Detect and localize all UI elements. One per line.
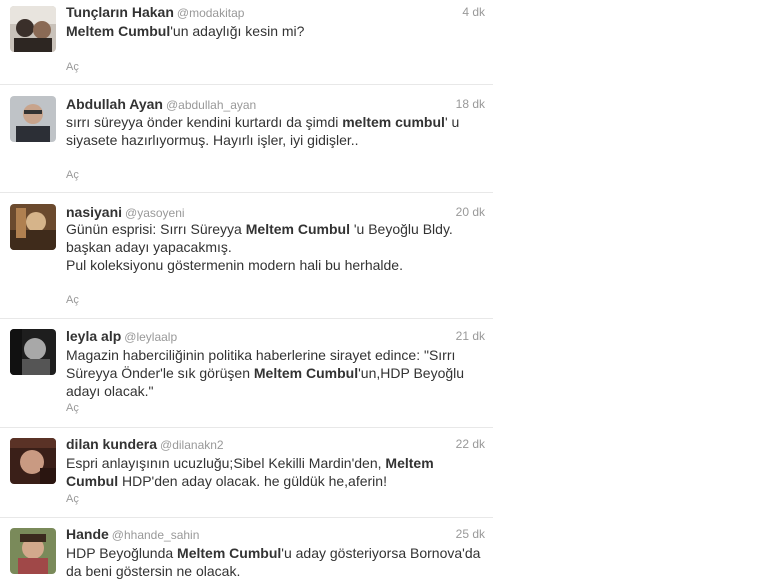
expand-link[interactable]: Aç <box>66 61 79 73</box>
tweet-text-segment: Espri anlayışının ucuzluğu;Sibel Kekilli… <box>66 455 386 471</box>
tweet-text-segment: HDP'den aday olacak. he güldük he,aferin… <box>118 473 387 489</box>
tweet-fullname[interactable]: Hande <box>66 526 109 542</box>
avatar[interactable] <box>10 329 56 375</box>
tweet-username[interactable]: @dilanakn2 <box>160 438 224 452</box>
tweet-timestamp[interactable]: 25 dk <box>456 527 485 541</box>
expand-link[interactable]: Aç <box>66 169 79 181</box>
highlighted-term: Meltem Cumbul <box>253 365 359 381</box>
tweet-username[interactable]: @yasoyeni <box>125 206 185 220</box>
tweet-username[interactable]: @abdullah_ayan <box>166 98 256 112</box>
tweet-timestamp[interactable]: 20 dk <box>456 205 485 219</box>
avatar[interactable] <box>10 528 56 574</box>
tweet-text-segment: Günün esprisi: Sırrı Süreyya <box>66 221 246 237</box>
expand-link[interactable]: Aç <box>66 294 79 306</box>
avatar[interactable] <box>10 204 56 250</box>
tweet-item[interactable]: leyla alp @leylaalp 21 dk Magazin haberci… <box>0 319 493 428</box>
highlighted-term: Meltem Cumbul <box>177 545 282 561</box>
tweet-fullname[interactable]: nasiyani <box>66 204 122 220</box>
highlighted-term: meltem cumbul <box>342 114 445 130</box>
avatar[interactable] <box>10 438 56 484</box>
tweet-text-segment: Pul koleksiyonu göstermenin modern hali … <box>66 257 403 273</box>
tweet-username[interactable]: @hhande_sahin <box>112 528 200 542</box>
highlighted-term: Meltem Cumbul <box>66 23 171 39</box>
tweet-timestamp[interactable]: 21 dk <box>456 329 485 343</box>
tweet-text: sırrı süreyya önder kendini kurtardı da … <box>66 113 481 149</box>
avatar[interactable] <box>10 6 56 52</box>
tweet-item[interactable]: Tunçların Hakan @modakitap 4 dk Meltem Cu… <box>0 0 493 85</box>
tweet-text: Magazin haberciliğinin politika haberler… <box>66 346 481 400</box>
tweet-username[interactable]: @modakitap <box>177 6 245 20</box>
tweet-item[interactable]: dilan kundera @dilanakn2 22 dk Espri anla… <box>0 428 493 518</box>
tweet-timestamp[interactable]: 4 dk <box>462 5 485 19</box>
tweet-fullname[interactable]: leyla alp <box>66 328 121 344</box>
tweet-fullname[interactable]: dilan kundera <box>66 436 157 452</box>
tweet-timestamp[interactable]: 18 dk <box>456 97 485 111</box>
tweet-text: HDP Beyoğlunda Meltem Cumbul'u aday göst… <box>66 544 481 580</box>
tweet-item[interactable]: nasiyani @yasoyeni 20 dk Günün esprisi: S… <box>0 193 493 319</box>
expand-link[interactable]: Aç <box>66 493 79 505</box>
tweet-text-segment: HDP Beyoğlunda <box>66 545 178 561</box>
tweet-text: Espri anlayışının ucuzluğu;Sibel Kekilli… <box>66 454 481 490</box>
avatar[interactable] <box>10 96 56 142</box>
expand-link[interactable]: Aç <box>66 402 79 414</box>
tweet-timestamp[interactable]: 22 dk <box>456 437 485 451</box>
tweet-item[interactable]: Hande @hhande_sahin 25 dk HDP Beyoğlunda … <box>0 518 493 585</box>
highlighted-term: Meltem Cumbul <box>245 221 350 237</box>
tweet-fullname[interactable]: Abdullah Ayan <box>66 96 163 112</box>
tweet-text: Meltem Cumbul'un adaylığı kesin mi? <box>66 22 481 40</box>
tweet-text-segment: 'un adaylığı kesin mi? <box>170 23 305 39</box>
tweet-username[interactable]: @leylaalp <box>124 330 177 344</box>
tweet-text-segment: sırrı süreyya önder kendini kurtardı da … <box>66 114 343 130</box>
tweet-fullname[interactable]: Tunçların Hakan <box>66 4 174 20</box>
tweet-item[interactable]: Abdullah Ayan @abdullah_ayan 18 dk sırrı … <box>0 85 493 193</box>
tweet-text: Günün esprisi: Sırrı Süreyya Meltem Cumb… <box>66 220 481 274</box>
